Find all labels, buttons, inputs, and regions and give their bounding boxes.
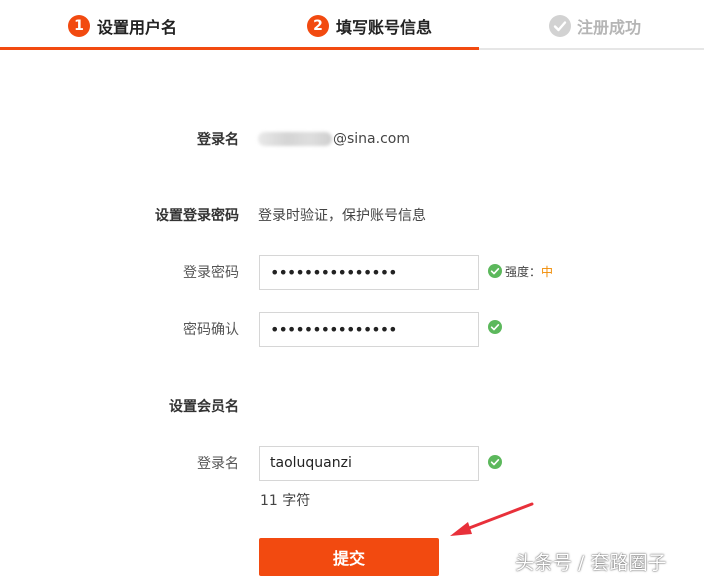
check-circle-icon — [549, 15, 571, 37]
step-label: 填写账号信息 — [336, 18, 433, 37]
username-label: 登录名 — [197, 456, 239, 472]
strength-level: 中 — [541, 265, 554, 279]
username-input[interactable]: taoluquanzi — [259, 446, 479, 481]
password-hint: 登录时验证，保护账号信息 — [258, 208, 426, 224]
email-domain: @sina.com — [333, 131, 410, 147]
strength-label: 强度： — [505, 265, 542, 279]
step-number-badge: 1 — [68, 15, 90, 37]
registration-stepper: 1 设置用户名 2 填写账号信息 注册成功 — [0, 0, 704, 50]
step-registration-success: 注册成功 — [549, 13, 641, 39]
redacted-email-user — [258, 132, 332, 146]
check-circle-icon — [488, 264, 502, 278]
password-strength: 强度：中 — [505, 264, 553, 280]
password-label: 登录密码 — [183, 265, 239, 281]
check-circle-icon — [488, 455, 502, 469]
login-email-value: @sina.com — [258, 129, 410, 149]
submit-button[interactable]: 提交 — [259, 538, 439, 576]
step-label: 设置用户名 — [97, 18, 178, 37]
watermark: 头条号 / 套路圈子 — [515, 552, 667, 574]
check-circle-icon — [488, 320, 502, 334]
annotation-arrow-icon — [450, 502, 534, 536]
login-name-label: 登录名 — [197, 132, 239, 148]
stepper-progress-bar — [0, 47, 479, 50]
step-set-username: 1 设置用户名 — [68, 13, 177, 39]
member-section-title: 设置会员名 — [169, 399, 239, 415]
confirm-password-input[interactable]: ••••••••••••••• — [259, 312, 479, 347]
step-label: 注册成功 — [577, 18, 642, 37]
password-section-title: 设置登录密码 — [155, 208, 239, 224]
step-fill-account-info: 2 填写账号信息 — [307, 13, 432, 39]
step-number-badge: 2 — [307, 15, 329, 37]
username-char-count: 11 字符 — [260, 493, 311, 509]
confirm-password-label: 密码确认 — [183, 322, 239, 338]
password-input[interactable]: ••••••••••••••• — [259, 255, 479, 290]
